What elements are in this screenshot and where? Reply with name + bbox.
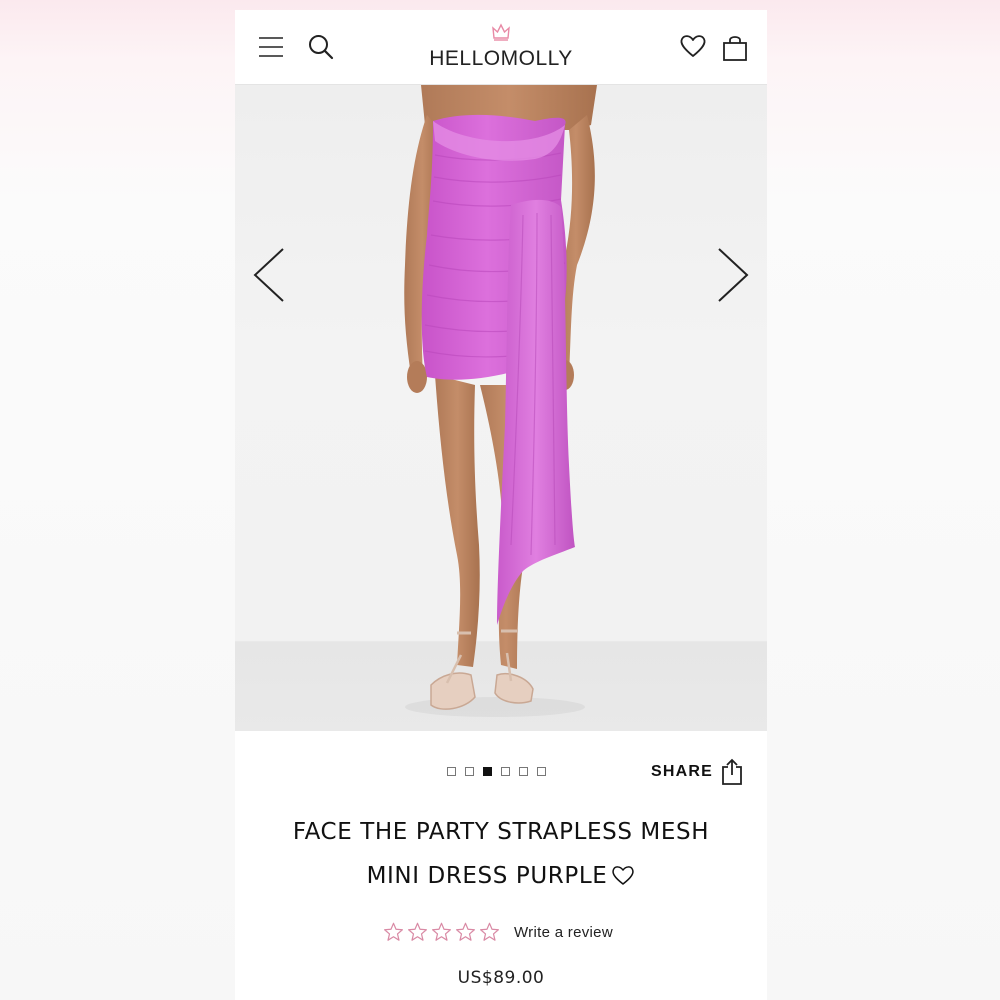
share-label: SHARE (651, 763, 714, 780)
site-header: HELLOMOLLY (235, 10, 767, 85)
crown-icon (492, 23, 510, 41)
gallery-dot[interactable] (537, 767, 546, 776)
site-logo[interactable]: HELLOMOLLY (421, 20, 581, 76)
product-rating: Write a review (383, 922, 613, 942)
chevron-right-icon[interactable] (713, 245, 753, 310)
write-review-link[interactable]: Write a review (514, 924, 613, 941)
menu-icon[interactable] (259, 36, 283, 58)
star-icon[interactable] (479, 922, 500, 942)
heart-icon[interactable] (611, 857, 635, 901)
share-icon (722, 758, 742, 785)
heart-icon[interactable] (679, 32, 707, 60)
product-title-line1: FACE THE PARTY STRAPLESS MESH (292, 819, 710, 845)
gallery-dot-active[interactable] (483, 767, 492, 776)
product-title: FACE THE PARTY STRAPLESS MESH MINI DRESS… (235, 810, 767, 901)
search-icon[interactable] (308, 34, 334, 60)
gallery-dot[interactable] (465, 767, 474, 776)
star-icon[interactable] (455, 922, 476, 942)
product-photo (404, 85, 597, 717)
star-icon[interactable] (431, 922, 452, 942)
gallery-dot[interactable] (447, 767, 456, 776)
gallery-dot[interactable] (501, 767, 510, 776)
gallery-dot[interactable] (519, 767, 528, 776)
share-button[interactable]: SHARE (651, 758, 743, 786)
logo-text: HELLOMOLLY (429, 47, 573, 70)
mobile-page: HELLOMOLLY SHARE FACE THE PARTY STRAPLES… (235, 10, 767, 1000)
star-icon[interactable] (407, 922, 428, 942)
product-price: US$89.00 (457, 968, 545, 988)
shopping-bag-icon[interactable] (722, 34, 748, 62)
product-title-line2: MINI DRESS PURPLE (366, 863, 608, 889)
chevron-left-icon[interactable] (249, 245, 289, 310)
product-image-gallery[interactable] (235, 85, 767, 731)
gallery-pagination (447, 767, 546, 776)
star-icon[interactable] (383, 922, 404, 942)
star-rating[interactable] (383, 922, 500, 942)
